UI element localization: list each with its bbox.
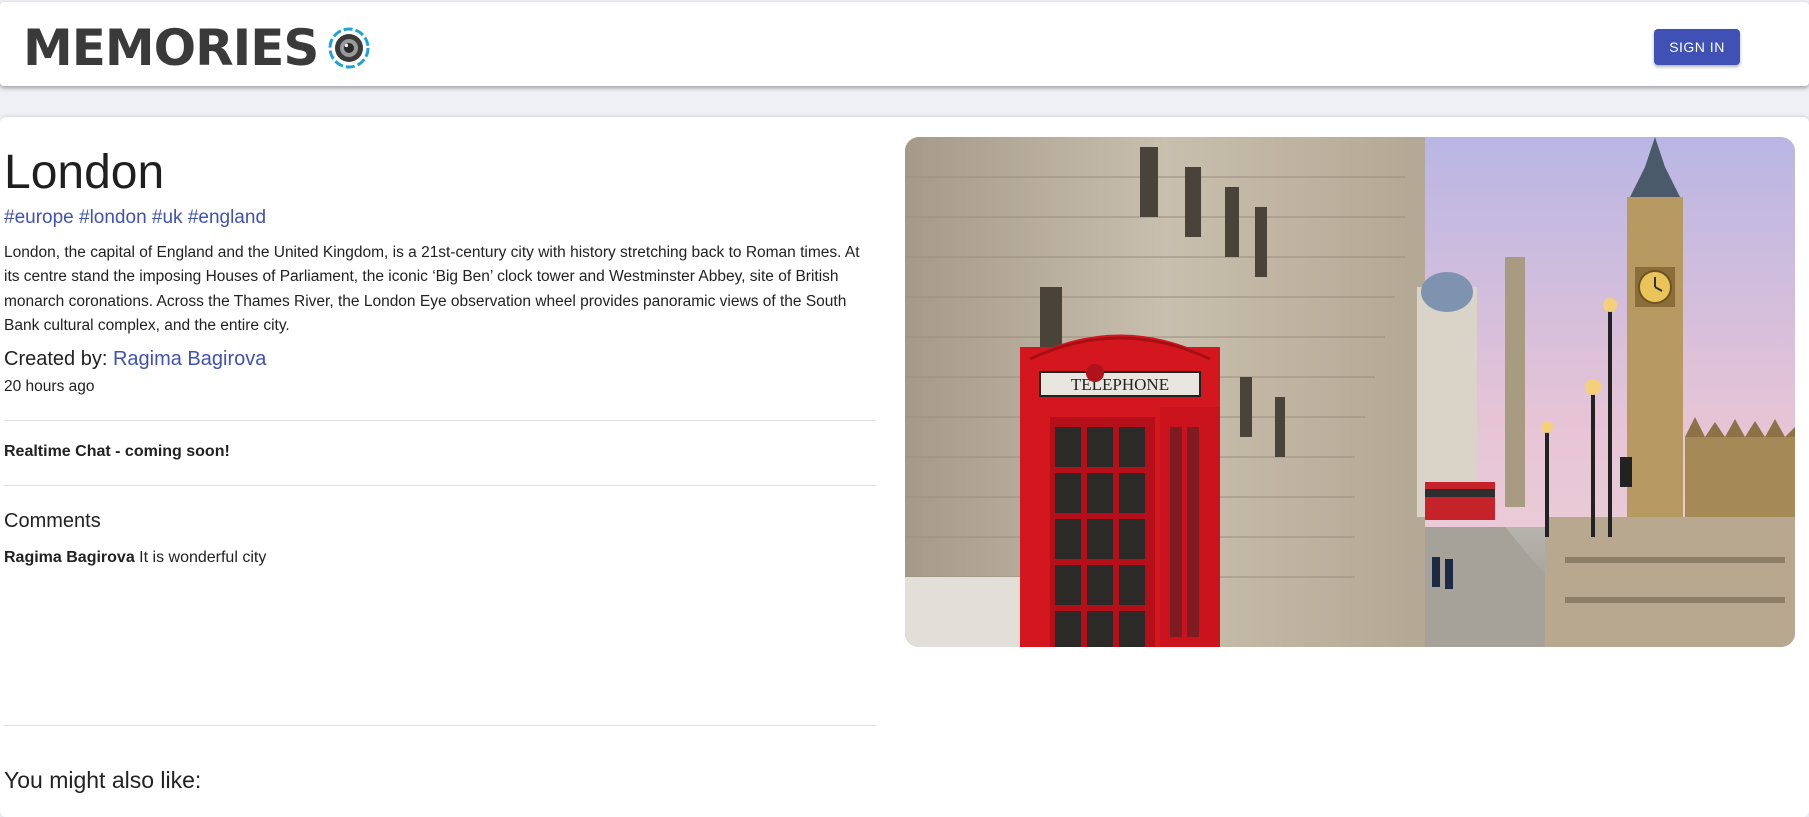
camera-lens-icon [328,27,370,69]
sign-in-button[interactable]: SIGN IN [1654,29,1740,65]
london-street-photo: TELEPHONE [905,137,1795,647]
app-bar: MEMORIES SIGN IN [0,2,1809,86]
recommended-heading: You might also like: [4,767,202,793]
telephone-sign: TELEPHONE [1071,375,1169,394]
divider [4,725,876,726]
created-by-label: Created by: [4,348,108,370]
comment-text: It is wonderful city [139,549,267,566]
post-tags: #europe #london #uk #england [4,207,267,228]
divider [4,420,876,421]
divider [4,485,876,486]
comment-item: Ragima Bagirova It is wonderful city [4,549,266,567]
post-timestamp: 20 hours ago [4,378,95,395]
comment-author: Ragima Bagirova [4,549,135,566]
comments-heading: Comments [4,510,101,532]
brand-logo[interactable]: MEMORIES [23,22,371,74]
post-description: London, the capital of England and the U… [4,244,860,334]
author-link[interactable]: Ragima Bagirova [113,348,266,370]
post-image: TELEPHONE [905,137,1795,647]
post-author-line: Created by: Ragima Bagirova [4,348,266,371]
brand-title[interactable]: MEMORIES [23,22,319,74]
post-details-card: London #europe #london #uk #england Lond… [0,117,1809,817]
realtime-chat-notice: Realtime Chat - coming soon! [4,443,230,460]
post-title: London [4,146,165,199]
